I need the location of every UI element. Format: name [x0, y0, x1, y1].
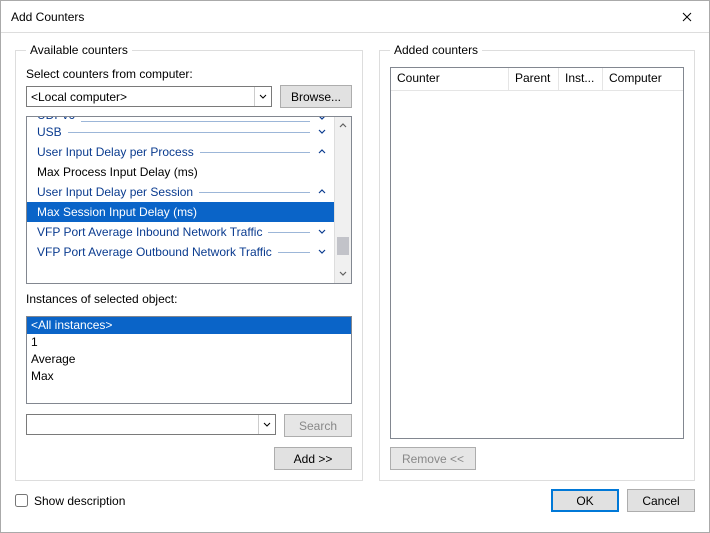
instance-item[interactable]: Average	[27, 351, 351, 368]
titlebar: Add Counters	[1, 1, 709, 33]
table-body-empty	[391, 91, 683, 438]
search-combo[interactable]	[26, 414, 276, 435]
cancel-button[interactable]: Cancel	[627, 489, 695, 512]
chevron-down-icon	[316, 248, 328, 256]
counter-category[interactable]: User Input Delay per Process	[27, 142, 334, 162]
added-counters-group: Added counters Counter Parent Inst... Co…	[379, 43, 695, 481]
col-counter[interactable]: Counter	[391, 68, 509, 90]
chevron-down-icon	[316, 117, 328, 122]
show-description-checkbox[interactable]: Show description	[15, 494, 551, 508]
counter-category[interactable]: User Input Delay per Session	[27, 182, 334, 202]
instances-list[interactable]: <All instances> 1 Average Max	[26, 316, 352, 404]
computer-combo-value: <Local computer>	[31, 90, 127, 104]
close-button[interactable]	[664, 2, 709, 32]
instance-item[interactable]: 1	[27, 334, 351, 351]
scroll-up-icon[interactable]	[335, 117, 351, 134]
search-button[interactable]: Search	[284, 414, 352, 437]
chevron-down-icon	[316, 228, 328, 236]
chevron-down-icon	[254, 87, 271, 106]
col-computer[interactable]: Computer	[603, 68, 683, 90]
table-header: Counter Parent Inst... Computer	[391, 68, 683, 91]
col-parent[interactable]: Parent	[509, 68, 559, 90]
ok-button[interactable]: OK	[551, 489, 619, 512]
show-description-label: Show description	[34, 494, 125, 508]
counter-category[interactable]: VFP Port Average Inbound Network Traffic	[27, 222, 334, 242]
chevron-down-icon	[258, 415, 275, 434]
counter-item[interactable]: Max Process Input Delay (ms)	[27, 162, 334, 182]
counter-category[interactable]: USB	[27, 122, 334, 142]
available-counters-legend: Available counters	[26, 43, 132, 57]
add-button[interactable]: Add >>	[274, 447, 352, 470]
window-title: Add Counters	[11, 10, 664, 24]
chevron-up-icon	[316, 188, 328, 196]
chevron-down-icon	[316, 128, 328, 136]
computer-combo[interactable]: <Local computer>	[26, 86, 272, 107]
instance-item[interactable]: Max	[27, 368, 351, 385]
chevron-up-icon	[316, 148, 328, 156]
counter-list[interactable]: UDPv6 USB User Input Delay per Process	[26, 116, 352, 284]
counter-category[interactable]: VFP Port Average Outbound Network Traffi…	[27, 242, 334, 262]
instance-item-selected[interactable]: <All instances>	[27, 317, 351, 334]
add-counters-dialog: Add Counters Available counters Select c…	[0, 0, 710, 533]
scroll-down-icon[interactable]	[335, 266, 351, 283]
added-counters-legend: Added counters	[390, 43, 482, 57]
browse-button[interactable]: Browse...	[280, 85, 352, 108]
added-counters-table[interactable]: Counter Parent Inst... Computer	[390, 67, 684, 439]
available-counters-group: Available counters Select counters from …	[15, 43, 363, 481]
close-icon	[682, 12, 692, 22]
col-inst[interactable]: Inst...	[559, 68, 603, 90]
instances-label: Instances of selected object:	[26, 292, 352, 306]
show-description-input[interactable]	[15, 494, 28, 507]
select-computer-label: Select counters from computer:	[26, 67, 352, 81]
counter-category[interactable]: UDPv6	[27, 117, 334, 122]
counter-item-selected[interactable]: Max Session Input Delay (ms)	[27, 202, 334, 222]
scrollbar[interactable]	[334, 117, 351, 283]
scroll-thumb[interactable]	[337, 237, 349, 255]
remove-button[interactable]: Remove <<	[390, 447, 476, 470]
